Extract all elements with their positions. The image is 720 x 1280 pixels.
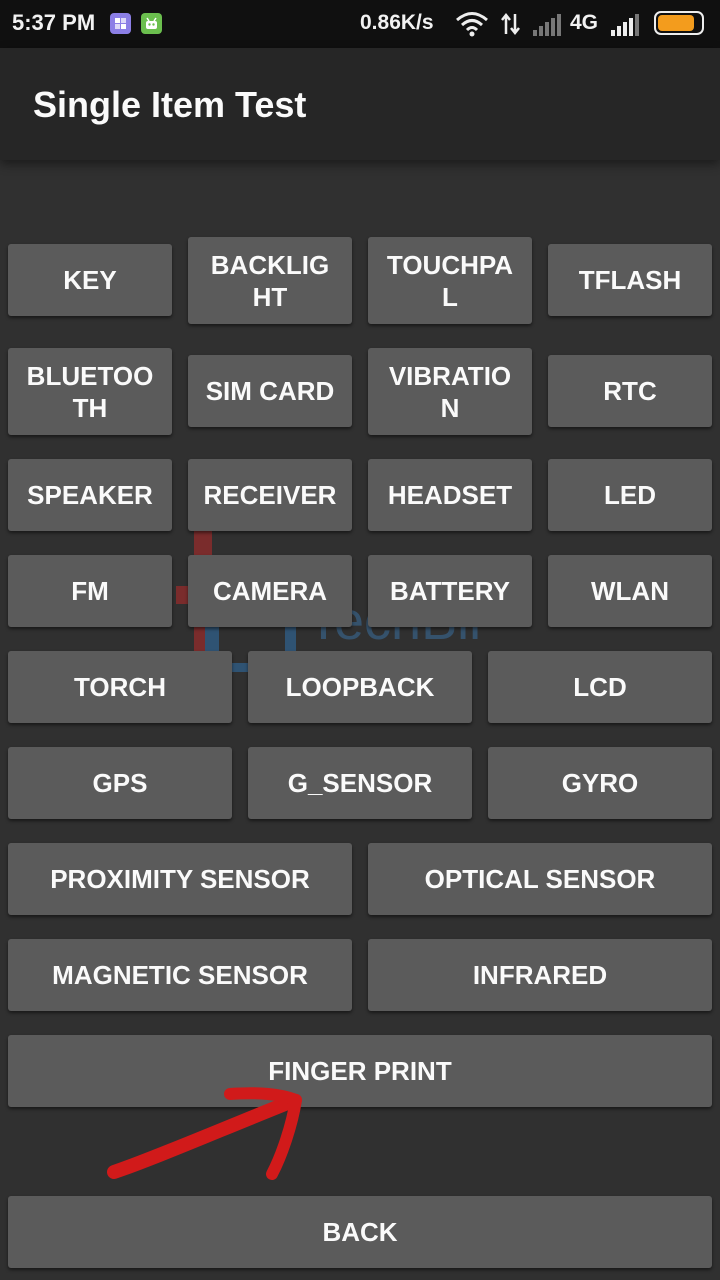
network-speed: 0.86K/s bbox=[360, 11, 434, 34]
backlight-button[interactable]: BACKLIG HT bbox=[188, 237, 352, 324]
signal-strength-icon bbox=[532, 14, 562, 41]
battery-level bbox=[658, 15, 694, 31]
loopback-button[interactable]: LOOPBACK bbox=[248, 651, 472, 723]
wifi-icon bbox=[455, 11, 489, 42]
network-type: 4G bbox=[570, 11, 599, 34]
status-time: 5:37 PM bbox=[12, 10, 96, 35]
action-bar: Single Item Test bbox=[0, 48, 720, 160]
magnetic-sensor-button[interactable]: MAGNETIC SENSOR bbox=[8, 939, 352, 1011]
torch-button[interactable]: TORCH bbox=[8, 651, 232, 723]
key-button[interactable]: KEY bbox=[8, 244, 172, 316]
wlan-button[interactable]: WLAN bbox=[548, 555, 712, 627]
tflash-button[interactable]: TFLASH bbox=[548, 244, 712, 316]
signal-strength-icon bbox=[610, 14, 640, 41]
sim-card-button[interactable]: SIM CARD bbox=[188, 355, 352, 427]
lcd-button[interactable]: LCD bbox=[488, 651, 712, 723]
speaker-button[interactable]: SPEAKER bbox=[8, 459, 172, 531]
camera-button[interactable]: CAMERA bbox=[188, 555, 352, 627]
rtc-button[interactable]: RTC bbox=[548, 355, 712, 427]
vibration-button[interactable]: VIBRATIO N bbox=[368, 348, 532, 435]
led-button[interactable]: LED bbox=[548, 459, 712, 531]
android-notification-icon bbox=[141, 13, 162, 34]
data-transfer-icon bbox=[499, 12, 523, 41]
app-notification-icon bbox=[110, 13, 131, 34]
infrared-button[interactable]: INFRARED bbox=[368, 939, 712, 1011]
fm-button[interactable]: FM bbox=[8, 555, 172, 627]
gyro-button[interactable]: GYRO bbox=[488, 747, 712, 819]
battery-button[interactable]: BATTERY bbox=[368, 555, 532, 627]
status-bar: 5:37 PM 0.86K/s 4G bbox=[0, 0, 720, 48]
gps-button[interactable]: GPS bbox=[8, 747, 232, 819]
page-title: Single Item Test bbox=[33, 84, 307, 125]
back-button[interactable]: BACK bbox=[8, 1196, 712, 1268]
g-sensor-button[interactable]: G_SENSOR bbox=[248, 747, 472, 819]
battery-icon bbox=[654, 11, 704, 35]
proximity-sensor-button[interactable]: PROXIMITY SENSOR bbox=[8, 843, 352, 915]
headset-button[interactable]: HEADSET bbox=[368, 459, 532, 531]
optical-sensor-button[interactable]: OPTICAL SENSOR bbox=[368, 843, 712, 915]
touchpal-button[interactable]: TOUCHPA L bbox=[368, 237, 532, 324]
bluetooth-button[interactable]: BLUETOO TH bbox=[8, 348, 172, 435]
receiver-button[interactable]: RECEIVER bbox=[188, 459, 352, 531]
finger-print-button[interactable]: FINGER PRINT bbox=[8, 1035, 712, 1107]
